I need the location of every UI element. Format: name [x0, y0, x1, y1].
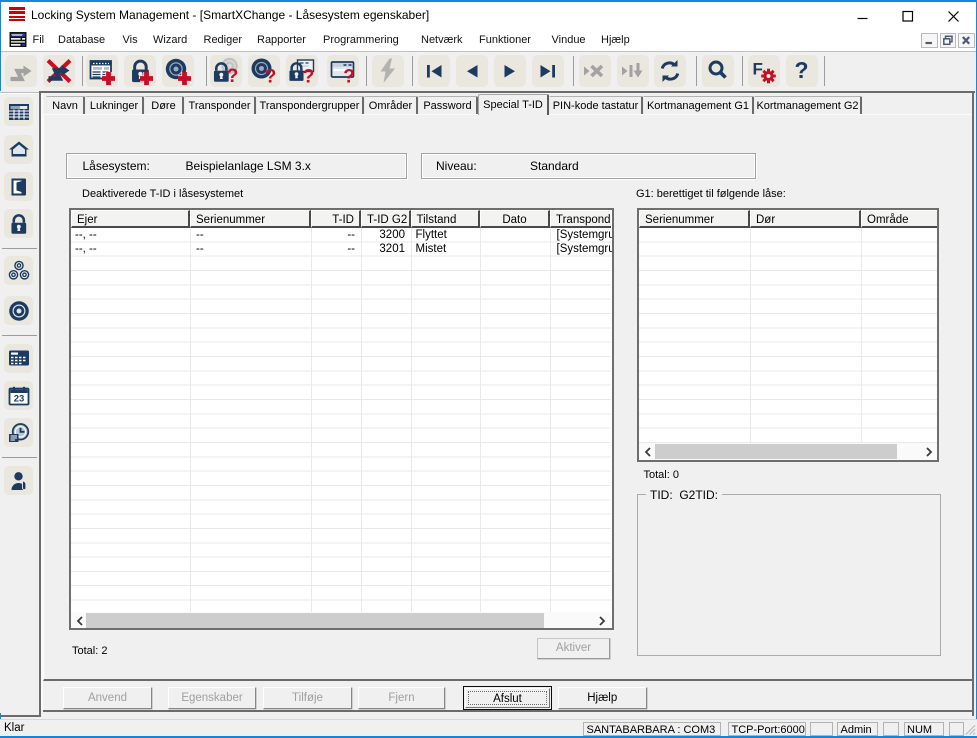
svg-text:23: 23 — [13, 393, 24, 404]
svg-text:?: ? — [343, 66, 355, 85]
svg-text:?: ? — [265, 66, 277, 85]
svg-text:?: ? — [303, 66, 315, 85]
svg-text:?: ? — [794, 57, 808, 83]
svg-text:?: ? — [227, 66, 239, 85]
